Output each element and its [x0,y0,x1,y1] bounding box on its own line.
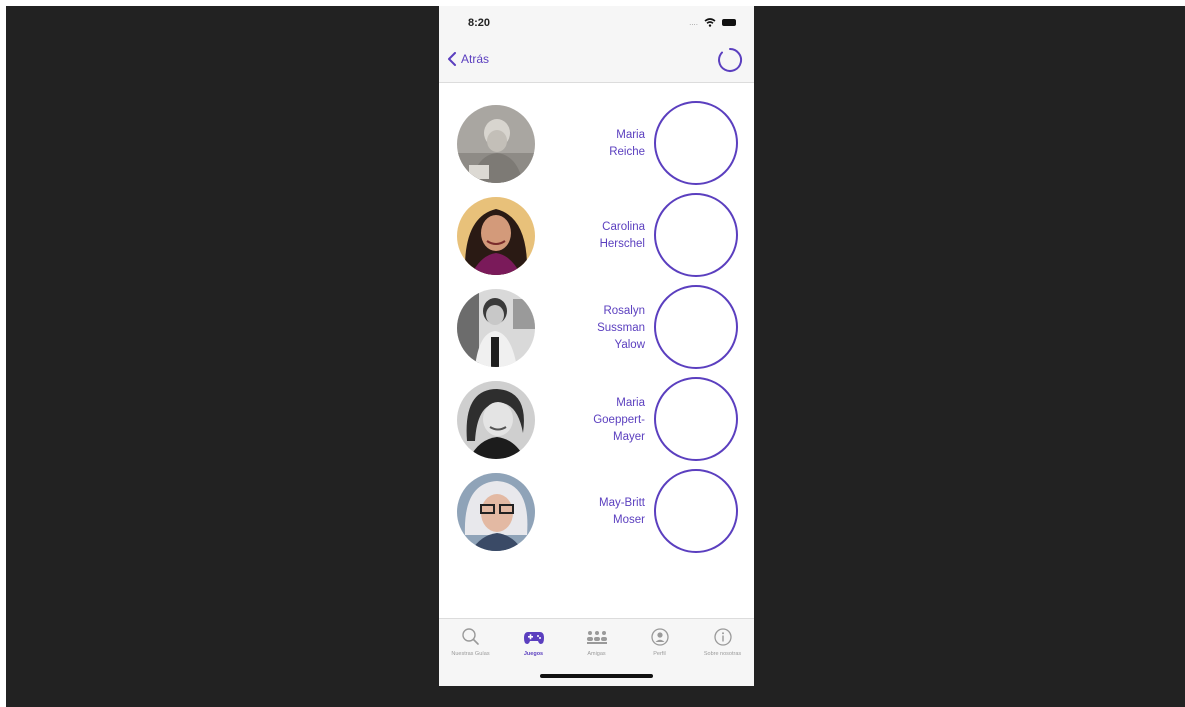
tab-amigas[interactable]: Amigas [565,627,628,657]
tab-label: Perfil [653,651,666,657]
back-label: Atrás [461,52,490,66]
tab-label: Amigas [587,651,606,657]
people-icon [586,631,607,644]
tab-label: Sobre nosotras [703,651,742,657]
info-icon [713,628,732,646]
tab-perfil[interactable]: Perfil [628,627,691,657]
battery-icon [722,19,736,26]
portrait-photo-carolina-herschel [457,197,535,275]
scientist-name: Maria Reiche [609,129,645,158]
list-item: Maria Goeppert- Mayer [439,377,754,469]
portrait-photo-rosalyn-yalow [457,289,535,367]
answer-drop-circle[interactable] [654,101,738,185]
status-icons: .... [689,18,736,27]
list-item: Rosalyn Sussman Yalow [439,285,754,377]
tab-label: Juegos [523,651,544,657]
answer-drop-circle[interactable] [654,469,738,553]
status-time: 8:20 [468,17,491,29]
phone-screen: 8:20 .... Atrás Maria Reiche Carolina He… [439,6,754,686]
portrait-photo-maria-goeppert-mayer [457,381,535,459]
home-indicator [540,674,653,678]
status-bar: 8:20 .... [439,6,754,42]
list-item: Carolina Herschel [439,193,754,285]
tab-nuestras-guias[interactable]: Nuestras Guías [439,627,502,657]
refresh-icon[interactable] [717,47,743,73]
chevron-left-icon [448,52,456,66]
portrait-photo-maria-reiche [457,105,535,183]
gamepad-icon [523,632,544,644]
back-button[interactable]: Atrás [447,52,489,66]
scientist-name: Carolina Herschel [599,221,645,250]
scientist-name: Rosalyn Sussman Yalow [597,304,645,351]
person-circle-icon [650,628,669,646]
navigation-bar: Atrás [439,42,754,83]
tab-juegos[interactable]: Juegos [502,627,565,657]
list-item: Maria Reiche [439,101,754,193]
search-icon [461,628,479,645]
signal-icon: .... [689,18,698,27]
list-item: May-Britt Moser [439,469,754,561]
wifi-icon [704,18,716,27]
scientist-name: May-Britt Moser [599,497,645,526]
tab-label: Nuestras Guías [451,651,490,657]
answer-drop-circle[interactable] [654,193,738,277]
tab-sobre-nosotras[interactable]: Sobre nosotras [691,627,754,657]
scientist-name: Maria Goeppert- Mayer [593,396,645,443]
portrait-photo-may-britt-moser [457,473,535,551]
answer-drop-circle[interactable] [654,285,738,369]
answer-drop-circle[interactable] [654,377,738,461]
scientist-list: Maria Reiche Carolina Herschel Rosalyn S… [439,101,754,561]
